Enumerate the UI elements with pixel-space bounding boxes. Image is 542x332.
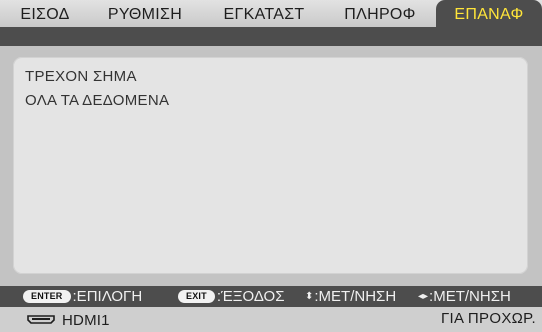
hint-horizontal-move: ◂▸ :ΜΕΤ/ΝΗΣΗ xyxy=(418,286,511,307)
tab-underline-strip xyxy=(0,27,542,46)
hint-exit-label: :ΈΞΟΔΟΣ xyxy=(216,288,285,305)
hint-exit: EXIT :ΈΞΟΔΟΣ xyxy=(178,286,285,307)
hint-vertical-move: ⬍ :ΜΕΤ/ΝΗΣΗ xyxy=(305,286,396,307)
content-frame: ΤΡΕΧΟΝ ΣΗΜΑ ΟΛΑ ΤΑ ΔΕΔΟΜΕΝΑ xyxy=(0,46,542,286)
status-mode-label: ΓΙΑ ΠΡΟΧΩΡ. xyxy=(440,310,536,327)
tab-info[interactable]: ΠΛΗΡΟΦ xyxy=(330,0,430,27)
tab-setup[interactable]: ΡΥΘΜΙΣΗ xyxy=(95,0,195,27)
hint-enter-label: :ΕΠΙΛΟΓΗ xyxy=(72,288,143,305)
tab-input[interactable]: ΕΙΣΟΔ xyxy=(0,0,90,27)
status-bar: HDMI1 ΓΙΑ ΠΡΟΧΩΡ. xyxy=(0,307,542,332)
projector-menu-screen: ΕΙΣΟΔ ΡΥΘΜΙΣΗ ΕΓΚΑΤΑΣΤ ΠΛΗΡΟΦ ΕΠΑΝΑΦ ΤΡΕ… xyxy=(0,0,542,332)
tab-bar: ΕΙΣΟΔ ΡΥΘΜΙΣΗ ΕΓΚΑΤΑΣΤ ΠΛΗΡΟΦ ΕΠΑΝΑΦ xyxy=(0,0,542,27)
hint-vertical-label: :ΜΕΤ/ΝΗΣΗ xyxy=(314,288,397,305)
input-source-label: HDMI1 xyxy=(62,312,110,329)
menu-item-current-signal[interactable]: ΤΡΕΧΟΝ ΣΗΜΑ xyxy=(25,68,137,85)
tab-reset[interactable]: ΕΠΑΝΑΦ xyxy=(436,0,542,27)
enter-key-badge: ENTER xyxy=(23,290,71,303)
hdmi-port-icon xyxy=(27,315,55,324)
hint-horizontal-label: :ΜΕΤ/ΝΗΣΗ xyxy=(429,288,511,305)
left-right-arrow-icon: ◂▸ xyxy=(418,291,429,302)
key-hint-bar: ENTER :ΕΠΙΛΟΓΗ EXIT :ΈΞΟΔΟΣ ⬍ :ΜΕΤ/ΝΗΣΗ … xyxy=(0,286,542,307)
up-down-arrow-icon: ⬍ xyxy=(305,291,314,302)
exit-key-badge: EXIT xyxy=(178,290,215,303)
menu-item-all-data[interactable]: ΟΛΑ ΤΑ ΔΕΔΟΜΕΝΑ xyxy=(25,92,169,109)
hint-enter: ENTER :ΕΠΙΛΟΓΗ xyxy=(23,286,142,307)
menu-panel: ΤΡΕΧΟΝ ΣΗΜΑ ΟΛΑ ΤΑ ΔΕΔΟΜΕΝΑ xyxy=(13,57,528,274)
tab-installation[interactable]: ΕΓΚΑΤΑΣΤ xyxy=(208,0,320,27)
